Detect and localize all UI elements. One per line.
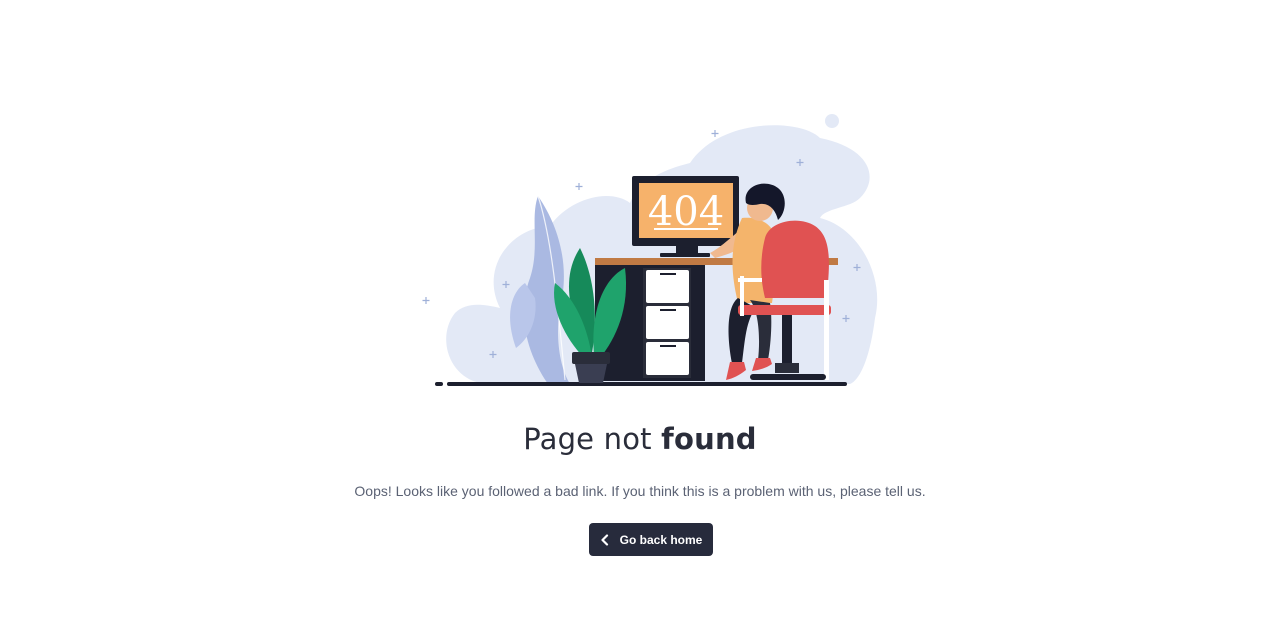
404-illustration: 404	[422, 114, 878, 386]
error-message: Oops! Looks like you followed a bad link…	[354, 483, 926, 499]
page-title-normal: Page not	[523, 422, 652, 456]
chevron-left-icon	[600, 533, 610, 546]
not-found-page: 404 Page not found Oops! Looks like you …	[0, 0, 1280, 640]
floor-line	[447, 382, 847, 386]
go-back-home-button[interactable]: Go back home	[589, 523, 713, 556]
go-back-home-label: Go back home	[619, 532, 703, 547]
page-title: Page not found	[0, 422, 1280, 456]
floor-line	[435, 382, 443, 386]
page-title-bold: found	[661, 422, 757, 456]
